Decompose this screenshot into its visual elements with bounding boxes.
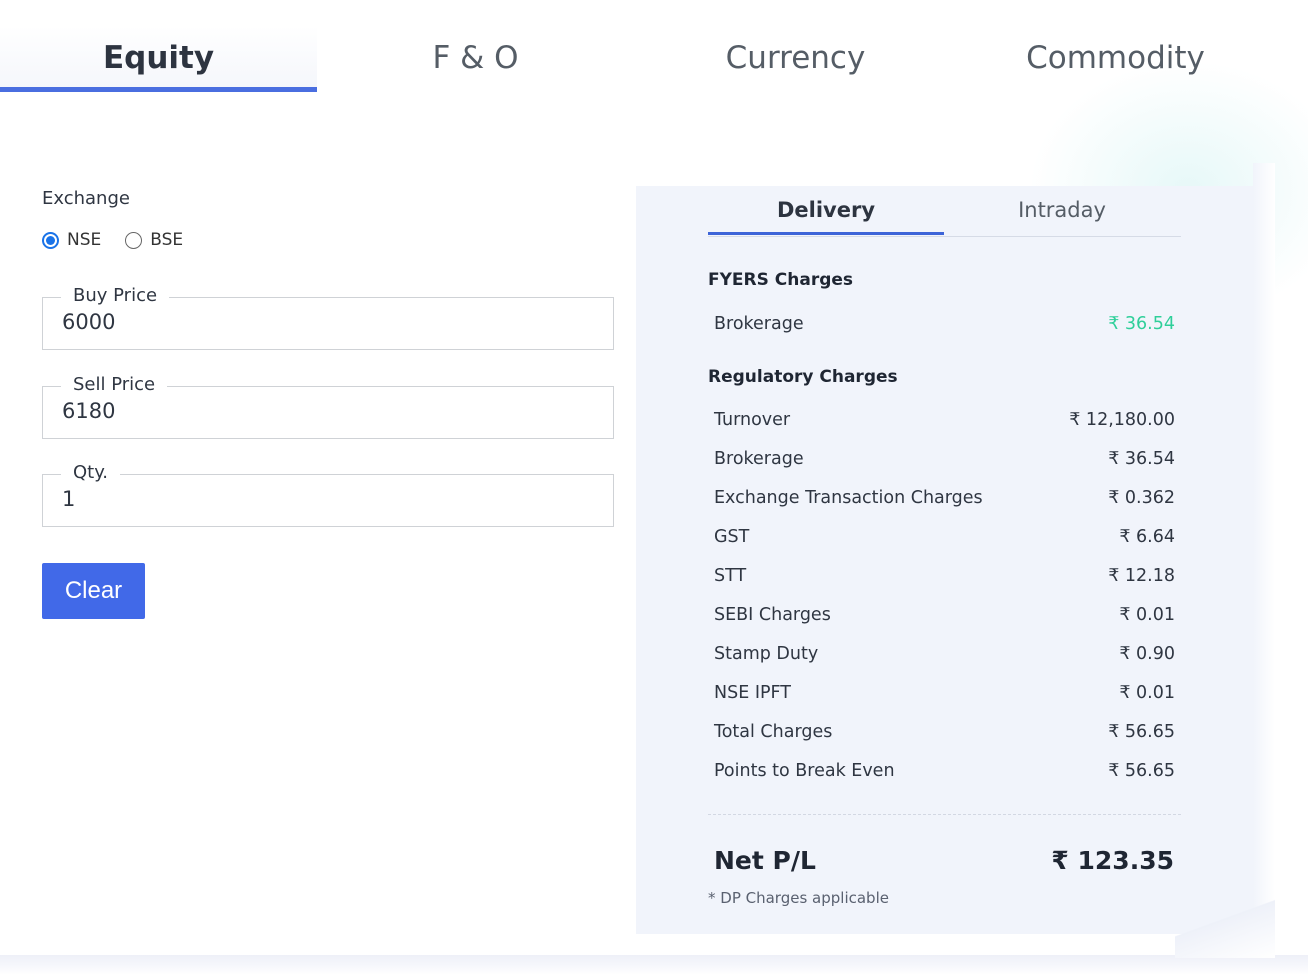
net-pl-label: Net P/L: [714, 846, 816, 875]
nse-radio-label[interactable]: NSE: [67, 230, 101, 250]
charge-label: NSE IPFT: [714, 683, 791, 703]
divider: [708, 814, 1181, 815]
charge-row: Total Charges ₹ 56.65: [714, 719, 1175, 745]
charge-row: Brokerage ₹ 36.54: [714, 311, 1175, 337]
charge-row: Points to Break Even ₹ 56.65: [714, 758, 1175, 784]
charge-label: Total Charges: [714, 722, 833, 742]
charge-row: STT ₹ 12.18: [714, 563, 1175, 589]
market-tabs: Equity F & O Currency Commodity: [0, 26, 1275, 94]
bottom-shadow: [0, 955, 1308, 975]
charge-value: ₹ 36.54: [1108, 449, 1175, 469]
charge-label: Exchange Transaction Charges: [714, 488, 983, 508]
charge-value: ₹ 12.18: [1108, 566, 1175, 586]
charge-row: NSE IPFT ₹ 0.01: [714, 680, 1175, 706]
active-tab-indicator: [0, 87, 317, 92]
qty-field[interactable]: Qty. 1: [42, 462, 614, 527]
dp-charges-note: * DP Charges applicable: [708, 889, 889, 907]
charge-value: ₹ 6.64: [1119, 527, 1175, 547]
qty-label: Qty.: [61, 462, 121, 483]
charges-panel: [636, 186, 1253, 934]
charge-value: ₹ 36.54: [1108, 314, 1175, 334]
charge-label: Stamp Duty: [714, 644, 819, 664]
tab-equity[interactable]: Equity: [0, 26, 317, 90]
bse-radio[interactable]: [125, 231, 143, 249]
charge-value: ₹ 0.90: [1119, 644, 1175, 664]
buy-price-value[interactable]: 6000: [62, 310, 115, 334]
charge-row: Brokerage ₹ 36.54: [714, 446, 1175, 472]
tab-delivery[interactable]: Delivery: [708, 186, 944, 234]
charge-value: ₹ 0.01: [1119, 605, 1175, 625]
charge-label: Points to Break Even: [714, 761, 895, 781]
charge-label: STT: [714, 566, 747, 586]
buy-price-field[interactable]: Buy Price 6000: [42, 285, 614, 350]
tab-intraday[interactable]: Intraday: [944, 186, 1180, 234]
charge-label: SEBI Charges: [714, 605, 831, 625]
buy-price-label: Buy Price: [61, 285, 170, 306]
panel-edge: [1253, 163, 1275, 915]
fyers-charges-title: FYERS Charges: [708, 270, 854, 290]
clear-button[interactable]: Clear: [42, 563, 145, 619]
sell-price-field[interactable]: Sell Price 6180: [42, 374, 614, 439]
charge-row: Turnover ₹ 12,180.00: [714, 407, 1175, 433]
charge-label: GST: [714, 527, 750, 547]
bse-radio-label[interactable]: BSE: [150, 230, 183, 250]
exchange-label: Exchange: [42, 188, 130, 209]
charge-label: Turnover: [714, 410, 791, 430]
trade-type-tabs: Delivery Intraday: [708, 186, 1181, 237]
qty-value[interactable]: 1: [62, 487, 75, 511]
nse-radio[interactable]: [42, 231, 59, 249]
charge-value: ₹ 56.65: [1108, 761, 1175, 781]
charge-row: Stamp Duty ₹ 0.90: [714, 641, 1175, 667]
charge-row: SEBI Charges ₹ 0.01: [714, 602, 1175, 628]
active-subtab-indicator: [708, 232, 944, 235]
charge-label: Brokerage: [714, 449, 804, 469]
sell-price-value[interactable]: 6180: [62, 399, 115, 423]
charge-value: ₹ 12,180.00: [1069, 410, 1175, 430]
tab-currency[interactable]: Currency: [637, 26, 954, 90]
charge-row: GST ₹ 6.64: [714, 524, 1175, 550]
charge-value: ₹ 0.362: [1108, 488, 1175, 508]
exchange-radio-group: NSE BSE: [42, 230, 207, 250]
net-pl-value: ₹ 123.35: [1051, 846, 1174, 875]
charge-value: ₹ 0.01: [1119, 683, 1175, 703]
sell-price-label: Sell Price: [61, 374, 168, 395]
regulatory-charges-title: Regulatory Charges: [708, 367, 898, 387]
tab-commodity[interactable]: Commodity: [957, 26, 1274, 90]
charge-value: ₹ 56.65: [1108, 722, 1175, 742]
charge-label: Brokerage: [714, 314, 804, 334]
tab-f-and-o[interactable]: F & O: [317, 26, 634, 90]
charge-row: Exchange Transaction Charges ₹ 0.362: [714, 485, 1175, 511]
panel-corner-decoration: [1175, 888, 1275, 958]
